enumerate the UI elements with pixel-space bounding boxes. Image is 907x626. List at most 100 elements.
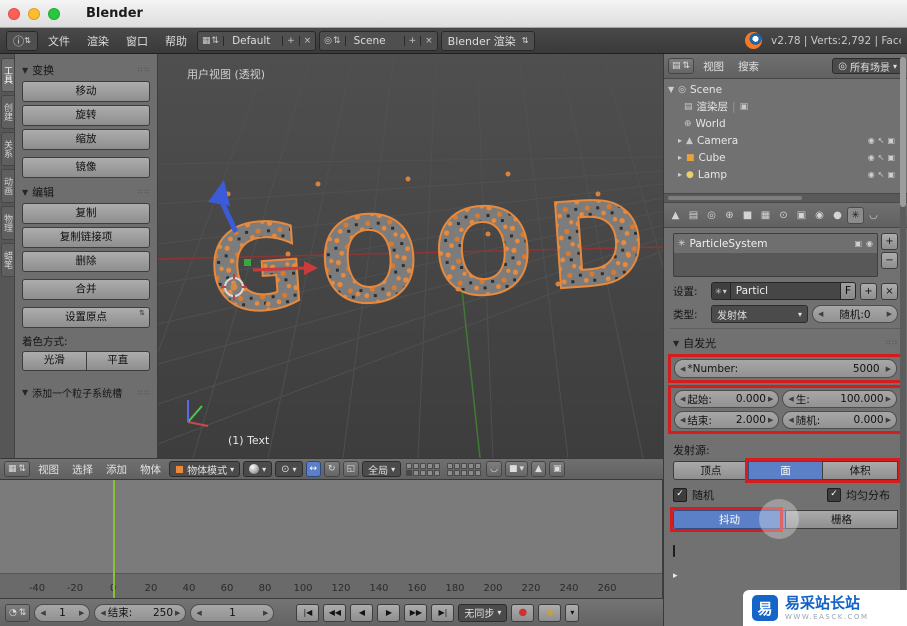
next-keyframe-button[interactable]: ▶▶ xyxy=(404,604,427,622)
render-restrict-icon[interactable]: ▣ xyxy=(887,153,895,162)
tab-particles[interactable]: ✳ xyxy=(847,207,864,224)
delete-scene-button[interactable]: × xyxy=(420,36,437,46)
tab-data[interactable]: ▣ xyxy=(793,207,810,224)
eye-icon[interactable]: ◉ xyxy=(868,170,875,179)
random-checkbox[interactable]: ✓ xyxy=(673,488,687,502)
tab-physics[interactable]: ◡ xyxy=(865,207,882,224)
scene-name-field[interactable]: Scene xyxy=(346,35,404,47)
outliner-row-renderlayers[interactable]: ▤ 渲染层 | ▣ xyxy=(668,98,903,115)
particle-slot-list[interactable]: ✳ ParticleSystem ▣ ◉ xyxy=(673,233,878,277)
outliner-row-cube[interactable]: ▸ ■ Cube ◉↖▣ xyxy=(668,149,903,166)
play-reverse-button[interactable]: ◀ xyxy=(350,604,373,622)
outliner-editor-type-button[interactable]: ▤⇅ xyxy=(668,58,694,74)
render-opengl-button[interactable]: ▲ xyxy=(531,461,546,477)
panel-transform-header[interactable]: ▼ 变换 ⠶⠶ xyxy=(22,62,150,78)
panel-particle-slot-header[interactable]: ▼ 添加一个粒子系统槽 ⠶⠶ xyxy=(22,385,150,400)
properties-scrollbar[interactable] xyxy=(900,57,906,619)
scrollbar-thumb[interactable] xyxy=(900,57,906,207)
frame-end-field[interactable]: ◀结束:2.000▶ xyxy=(674,411,779,429)
delete-layout-button[interactable]: × xyxy=(299,36,316,46)
menu-file[interactable]: 文件 xyxy=(41,33,77,49)
shade-smooth-button[interactable]: 光滑 xyxy=(22,351,87,371)
menu-render[interactable]: 渲染 xyxy=(80,33,116,49)
tab-tools[interactable]: 工具 xyxy=(1,58,14,92)
tab-world[interactable]: ⊕ xyxy=(721,207,738,224)
seed-field[interactable]: ◀随机:0▶ xyxy=(812,305,898,323)
frame-start-field[interactable]: ◀起始:0.000▶ xyxy=(674,390,779,408)
emit-faces-button[interactable]: 面 xyxy=(748,461,824,480)
menu-help[interactable]: 帮助 xyxy=(158,33,194,49)
tab-material[interactable]: ◉ xyxy=(811,207,828,224)
emit-volume-button[interactable]: 体积 xyxy=(822,461,898,480)
menu-window[interactable]: 窗口 xyxy=(119,33,155,49)
timeline-editor[interactable]: -40 -20 0 20 40 60 80 100 120 140 160 18… xyxy=(0,480,663,598)
render-opengl-anim-button[interactable]: ▣ xyxy=(549,461,566,477)
eye-icon[interactable]: ◉ xyxy=(866,239,873,248)
sync-dropdown[interactable]: 无同步▾ xyxy=(458,604,507,622)
outliner-row-camera[interactable]: ▸ ▲ Camera ◉↖▣ xyxy=(668,132,903,149)
scale-button[interactable]: 缩放 xyxy=(22,129,150,150)
lifetime-random-field[interactable]: ◀随机:0.000▶ xyxy=(782,411,897,429)
modifier-stack-checkbox[interactable] xyxy=(673,545,675,557)
expand-icon[interactable]: ▸ xyxy=(678,170,682,179)
tab-render-layers[interactable]: ▤ xyxy=(685,207,702,224)
layers-widget-left[interactable] xyxy=(406,463,440,476)
mirror-button[interactable]: 镜像 xyxy=(22,157,150,178)
outliner-row-lamp[interactable]: ▸ ● Lamp ◉↖▣ xyxy=(668,166,903,183)
pivot-dropdown[interactable]: ⊙▾ xyxy=(275,461,302,477)
unlink-settings-button[interactable]: × xyxy=(881,283,898,300)
outliner-menu-view[interactable]: 视图 xyxy=(698,59,729,74)
outliner-row-world[interactable]: ⊕ World xyxy=(668,115,903,132)
tab-animation[interactable]: 动画 xyxy=(1,169,14,203)
lifetime-field[interactable]: ◀生:100.000▶ xyxy=(782,390,897,408)
add-layout-button[interactable]: + xyxy=(282,36,299,46)
vp-menu-add[interactable]: 添加 xyxy=(101,462,132,477)
set-origin-dropdown[interactable]: 设置原点 ⇅ xyxy=(22,307,150,328)
tab-relations[interactable]: 关系 xyxy=(1,132,14,166)
particle-slot-row[interactable]: ✳ ParticleSystem ▣ ◉ xyxy=(674,234,877,253)
outliner-menu-search[interactable]: 搜索 xyxy=(733,59,764,74)
translate-gizmo-y[interactable] xyxy=(244,259,251,266)
timeline-editor-type-button[interactable]: ◔⇅ xyxy=(5,604,30,622)
add-particle-slot-button[interactable]: + xyxy=(881,233,898,250)
record-button[interactable]: ● xyxy=(511,604,534,622)
close-window-button[interactable] xyxy=(8,8,20,20)
playhead[interactable] xyxy=(113,480,115,598)
jump-to-start-button[interactable]: |◀ xyxy=(296,604,319,622)
type-dropdown[interactable]: 发射体▾ xyxy=(711,305,808,323)
vp-menu-object[interactable]: 物体 xyxy=(135,462,166,477)
keying-set-dropdown[interactable]: ▾ xyxy=(565,604,579,622)
timeline-ruler[interactable]: -40 -20 0 20 40 60 80 100 120 140 160 18… xyxy=(0,573,662,598)
editor-type-button[interactable]: ▦⇅ xyxy=(4,461,30,477)
render-engine-dropdown[interactable]: Blender 渲染 ⇅ xyxy=(441,31,536,51)
expand-icon[interactable]: ▸ xyxy=(678,136,682,145)
particle-number-field[interactable]: ◀ *Number: 5000 ▶ xyxy=(674,359,897,378)
tab-scene[interactable]: ◎ xyxy=(703,207,720,224)
duplicate-linked-button[interactable]: 复制链接项 xyxy=(22,227,150,248)
join-button[interactable]: 合并 xyxy=(22,279,150,300)
viewport-3d[interactable]: GOOD xyxy=(158,54,663,458)
scene-browse-button[interactable]: ◎⇅ xyxy=(320,36,345,46)
new-settings-button[interactable]: + xyxy=(860,283,877,300)
duplicate-button[interactable]: 复制 xyxy=(22,203,150,224)
tab-grease-pencil[interactable]: 蜡笔 xyxy=(1,243,14,277)
tab-object[interactable]: ■ xyxy=(739,207,756,224)
snap-element-dropdown[interactable]: ■▾ xyxy=(505,461,528,477)
current-frame-field[interactable]: ◀1▶ xyxy=(190,604,274,622)
add-scene-button[interactable]: + xyxy=(404,36,421,46)
shading-dropdown[interactable]: ▾ xyxy=(243,461,272,477)
cursor-icon[interactable]: ↖ xyxy=(878,136,885,145)
vp-menu-select[interactable]: 选择 xyxy=(67,462,98,477)
eye-icon[interactable]: ◉ xyxy=(868,153,875,162)
tab-texture[interactable]: ● xyxy=(829,207,846,224)
info-editor-button[interactable]: ⓘ ⇅ xyxy=(6,31,38,51)
jittered-button[interactable]: 抖动 xyxy=(673,510,786,529)
even-distribution-checkbox[interactable]: ✓ xyxy=(827,488,841,502)
jump-to-end-button[interactable]: ▶| xyxy=(431,604,454,622)
grid-distribution-button[interactable]: 栅格 xyxy=(785,510,898,529)
orientation-dropdown[interactable]: 全局▾ xyxy=(362,461,401,477)
manipulator-scale-button[interactable]: ◱ xyxy=(343,461,360,477)
translate-button[interactable]: 移动 xyxy=(22,81,150,102)
settings-name-field[interactable]: Particl xyxy=(731,282,840,300)
layers-widget-right[interactable] xyxy=(447,463,481,476)
